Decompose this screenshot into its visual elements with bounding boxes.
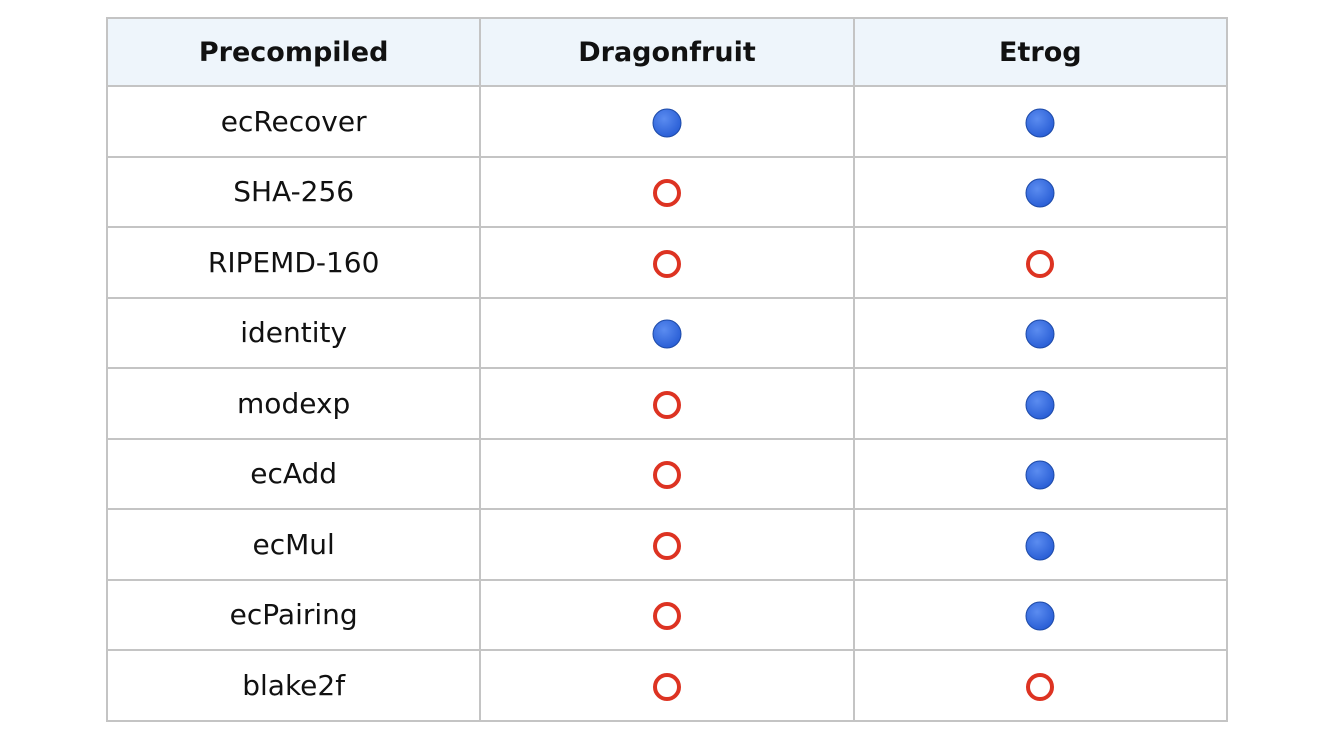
blue-circle-icon xyxy=(652,108,682,138)
table-header: Precompiled Dragonfruit Etrog xyxy=(105,17,1229,87)
table-row: modexp xyxy=(105,367,1229,440)
precompiled-support-table-container: Precompiled Dragonfruit Etrog ecRecover … xyxy=(105,17,1229,722)
precompiled-name: modexp xyxy=(105,367,482,440)
table-body: ecRecover SHA-256 RIPEMD-160 identity mo xyxy=(105,85,1229,722)
blue-circle-icon xyxy=(1025,531,1055,561)
precompiled-name: ecPairing xyxy=(105,578,482,651)
red-hollow-circle-icon xyxy=(652,390,682,420)
etrog-cell xyxy=(852,226,1229,299)
precompiled-name: identity xyxy=(105,296,482,369)
table-row: ecMul xyxy=(105,508,1229,581)
etrog-cell xyxy=(852,437,1229,510)
red-hollow-circle-icon xyxy=(652,672,682,702)
red-hollow-circle-icon xyxy=(1025,672,1055,702)
table-row: identity xyxy=(105,296,1229,369)
precompiled-name: ecMul xyxy=(105,508,482,581)
table-row: SHA-256 xyxy=(105,155,1229,228)
blue-circle-icon xyxy=(1025,178,1055,208)
dragonfruit-cell xyxy=(479,367,855,440)
etrog-cell xyxy=(852,85,1229,158)
blue-circle-icon xyxy=(652,319,682,349)
blue-circle-icon xyxy=(1025,108,1055,138)
etrog-cell xyxy=(852,155,1229,228)
blue-circle-icon xyxy=(1025,319,1055,349)
header-row: Precompiled Dragonfruit Etrog xyxy=(105,17,1229,87)
etrog-cell xyxy=(852,508,1229,581)
blue-circle-icon xyxy=(1025,460,1055,490)
dragonfruit-cell xyxy=(479,85,855,158)
precompiled-name: blake2f xyxy=(105,649,482,722)
dragonfruit-cell xyxy=(479,437,855,510)
etrog-cell xyxy=(852,578,1229,651)
dragonfruit-cell xyxy=(479,508,855,581)
blue-circle-icon xyxy=(1025,390,1055,420)
dragonfruit-cell xyxy=(479,296,855,369)
table-row: ecPairing xyxy=(105,578,1229,651)
red-hollow-circle-icon xyxy=(652,531,682,561)
header-precompiled: Precompiled xyxy=(105,17,482,87)
dragonfruit-cell xyxy=(479,649,855,722)
precompiled-name: ecAdd xyxy=(105,437,482,510)
table-row: RIPEMD-160 xyxy=(105,226,1229,299)
red-hollow-circle-icon xyxy=(1025,249,1055,279)
etrog-cell xyxy=(852,367,1229,440)
table-row: ecRecover xyxy=(105,85,1229,158)
header-dragonfruit: Dragonfruit xyxy=(479,17,855,87)
etrog-cell xyxy=(852,296,1229,369)
blue-circle-icon xyxy=(1025,601,1055,631)
precompiled-name: ecRecover xyxy=(105,85,482,158)
red-hollow-circle-icon xyxy=(652,249,682,279)
dragonfruit-cell xyxy=(479,155,855,228)
header-etrog: Etrog xyxy=(852,17,1229,87)
table-row: blake2f xyxy=(105,649,1229,722)
precompiled-name: SHA-256 xyxy=(105,155,482,228)
dragonfruit-cell xyxy=(479,578,855,651)
table-row: ecAdd xyxy=(105,437,1229,510)
etrog-cell xyxy=(852,649,1229,722)
red-hollow-circle-icon xyxy=(652,178,682,208)
dragonfruit-cell xyxy=(479,226,855,299)
precompiled-name: RIPEMD-160 xyxy=(105,226,482,299)
precompiled-support-table: Precompiled Dragonfruit Etrog ecRecover … xyxy=(105,17,1229,722)
red-hollow-circle-icon xyxy=(652,601,682,631)
red-hollow-circle-icon xyxy=(652,460,682,490)
